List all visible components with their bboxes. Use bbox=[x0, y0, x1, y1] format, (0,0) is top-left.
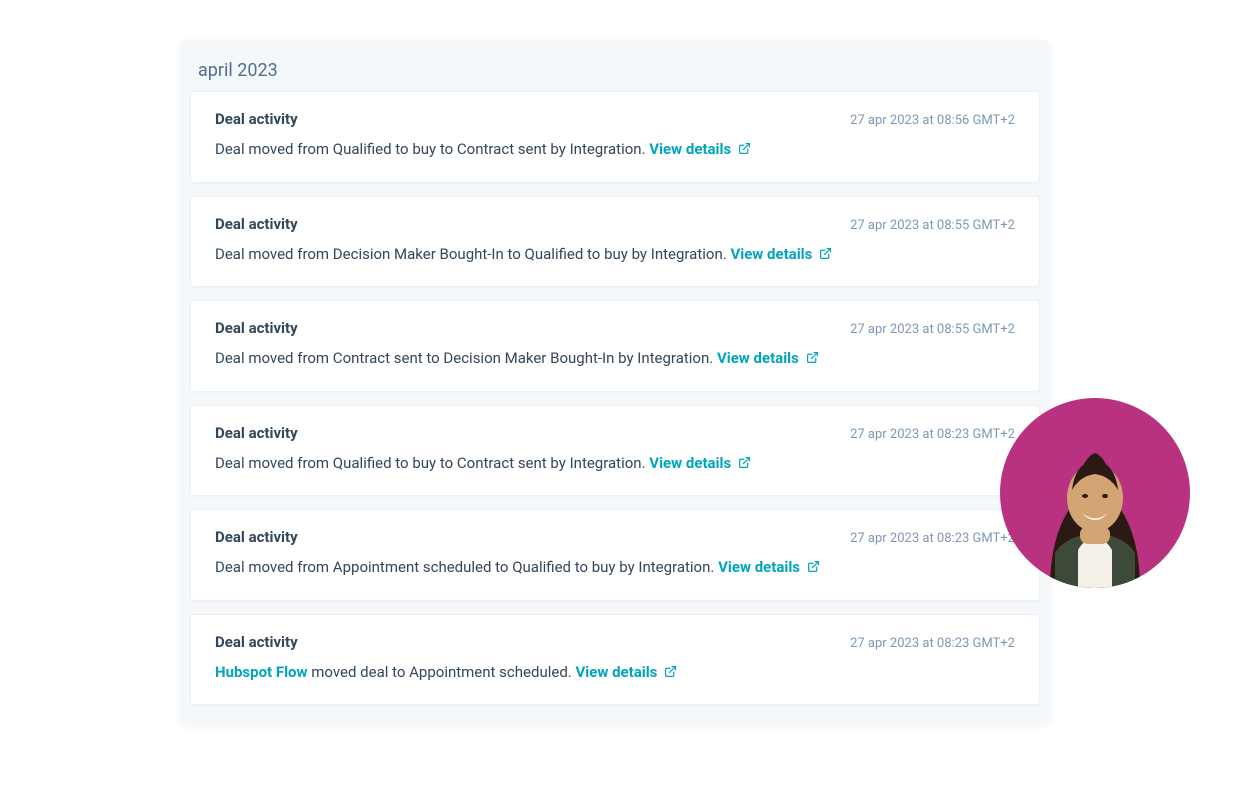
activity-card: Deal activity 27 apr 2023 at 08:55 GMT+2… bbox=[190, 300, 1040, 392]
view-details-label: View details bbox=[649, 454, 731, 472]
external-link-icon bbox=[807, 557, 820, 580]
external-link-icon bbox=[819, 244, 832, 267]
view-details-link[interactable]: View details bbox=[575, 663, 677, 681]
view-details-label: View details bbox=[649, 140, 731, 158]
view-details-label: View details bbox=[730, 245, 812, 263]
activity-card: Deal activity 27 apr 2023 at 08:23 GMT+2… bbox=[190, 405, 1040, 497]
card-title: Deal activity bbox=[215, 319, 298, 337]
card-title: Deal activity bbox=[215, 110, 298, 128]
card-title: Deal activity bbox=[215, 215, 298, 233]
activity-description: Deal moved from Decision Maker Bought-In… bbox=[215, 245, 727, 263]
card-timestamp: 27 apr 2023 at 08:23 GMT+2 bbox=[850, 531, 1015, 546]
view-details-label: View details bbox=[575, 663, 657, 681]
activity-list: Deal activity 27 apr 2023 at 08:56 GMT+2… bbox=[180, 91, 1050, 705]
card-body: Deal moved from Decision Maker Bought-In… bbox=[215, 243, 1015, 267]
view-details-label: View details bbox=[718, 558, 800, 576]
card-header: Deal activity 27 apr 2023 at 08:55 GMT+2 bbox=[215, 215, 1015, 233]
timeline-month-title: april 2023 bbox=[198, 60, 1032, 81]
card-title: Deal activity bbox=[215, 424, 298, 442]
view-details-link[interactable]: View details bbox=[649, 140, 751, 158]
card-body: Hubspot Flow moved deal to Appointment s… bbox=[215, 661, 1015, 685]
activity-timeline-panel: april 2023 Deal activity 27 apr 2023 at … bbox=[180, 40, 1050, 724]
activity-description: Deal moved from Contract sent to Decisio… bbox=[215, 349, 713, 367]
card-body: Deal moved from Contract sent to Decisio… bbox=[215, 347, 1015, 371]
activity-card: Deal activity 27 apr 2023 at 08:56 GMT+2… bbox=[190, 91, 1040, 183]
activity-card: Deal activity 27 apr 2023 at 08:23 GMT+2… bbox=[190, 614, 1040, 706]
activity-card: Deal activity 27 apr 2023 at 08:55 GMT+2… bbox=[190, 196, 1040, 288]
activity-description: Deal moved from Qualified to buy to Cont… bbox=[215, 140, 646, 158]
card-header: Deal activity 27 apr 2023 at 08:23 GMT+2 bbox=[215, 528, 1015, 546]
activity-description: Deal moved from Appointment scheduled to… bbox=[215, 558, 714, 576]
activity-description: Deal moved from Qualified to buy to Cont… bbox=[215, 454, 646, 472]
activity-description: moved deal to Appointment scheduled. bbox=[308, 663, 572, 681]
card-timestamp: 27 apr 2023 at 08:55 GMT+2 bbox=[850, 322, 1015, 337]
external-link-icon bbox=[738, 453, 751, 476]
card-header: Deal activity 27 apr 2023 at 08:56 GMT+2 bbox=[215, 110, 1015, 128]
view-details-link[interactable]: View details bbox=[730, 245, 832, 263]
card-header: Deal activity 27 apr 2023 at 08:55 GMT+2 bbox=[215, 319, 1015, 337]
view-details-link[interactable]: View details bbox=[717, 349, 819, 367]
card-header: Deal activity 27 apr 2023 at 08:23 GMT+2 bbox=[215, 633, 1015, 651]
view-details-link[interactable]: View details bbox=[718, 558, 820, 576]
avatar bbox=[1000, 398, 1190, 588]
external-link-icon bbox=[664, 662, 677, 685]
card-title: Deal activity bbox=[215, 633, 298, 651]
avatar-image bbox=[1010, 418, 1180, 588]
card-timestamp: 27 apr 2023 at 08:23 GMT+2 bbox=[850, 427, 1015, 442]
view-details-link[interactable]: View details bbox=[649, 454, 751, 472]
actor-link[interactable]: Hubspot Flow bbox=[215, 663, 308, 681]
card-timestamp: 27 apr 2023 at 08:55 GMT+2 bbox=[850, 218, 1015, 233]
card-title: Deal activity bbox=[215, 528, 298, 546]
activity-card: Deal activity 27 apr 2023 at 08:23 GMT+2… bbox=[190, 509, 1040, 601]
external-link-icon bbox=[738, 139, 751, 162]
card-header: Deal activity 27 apr 2023 at 08:23 GMT+2 bbox=[215, 424, 1015, 442]
timeline-header: april 2023 bbox=[180, 40, 1050, 91]
card-timestamp: 27 apr 2023 at 08:23 GMT+2 bbox=[850, 636, 1015, 651]
card-body: Deal moved from Appointment scheduled to… bbox=[215, 556, 1015, 580]
card-timestamp: 27 apr 2023 at 08:56 GMT+2 bbox=[850, 113, 1015, 128]
card-body: Deal moved from Qualified to buy to Cont… bbox=[215, 138, 1015, 162]
card-body: Deal moved from Qualified to buy to Cont… bbox=[215, 452, 1015, 476]
view-details-label: View details bbox=[717, 349, 799, 367]
external-link-icon bbox=[806, 348, 819, 371]
